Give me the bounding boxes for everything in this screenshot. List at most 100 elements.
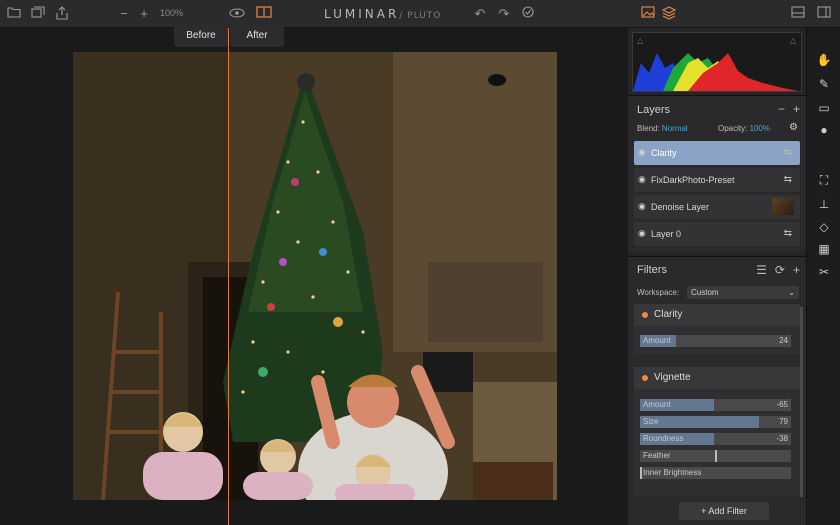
chevron-down-icon: ⌄: [788, 288, 795, 297]
noise-icon[interactable]: ▦: [816, 241, 832, 257]
add-filter-icon[interactable]: +: [793, 263, 800, 277]
photo-illustration: [73, 52, 557, 500]
after-label: After: [230, 25, 284, 47]
slider-label: Amount: [643, 336, 671, 345]
layer-row-layer0[interactable]: ◉ Layer 0 ⇆: [634, 222, 800, 246]
add-filter-button[interactable]: + Add Filter: [679, 502, 769, 520]
tool-strip: ✋ ✎ ▭ ● ⛶ ⊥ ◇ ▦ ✂: [806, 28, 840, 525]
layer-name: Layer 0: [651, 229, 682, 239]
blend-label: Blend:: [637, 124, 660, 133]
blend-value[interactable]: Normal: [662, 124, 688, 133]
filter-enabled-dot[interactable]: [642, 375, 648, 381]
slider-handle[interactable]: [640, 467, 642, 479]
zoom-level: 100%: [160, 8, 184, 18]
hand-icon[interactable]: ✋: [816, 52, 832, 68]
add-layer-icon[interactable]: +: [793, 102, 800, 116]
histogram: △ △: [632, 32, 802, 92]
layer-row-denoise[interactable]: ◉ Denoise Layer: [634, 195, 800, 219]
workspace-label: Workspace:: [637, 288, 680, 297]
slider-value: -65: [776, 400, 788, 409]
slider-value: 24: [779, 336, 788, 345]
image-icon[interactable]: [640, 6, 656, 22]
remove-layer-icon[interactable]: −: [778, 102, 785, 116]
refresh-icon[interactable]: ⟳: [775, 263, 785, 277]
adjust-icon[interactable]: ⇆: [784, 147, 792, 158]
layer-name: Clarity: [651, 148, 677, 158]
eye-icon[interactable]: ◉: [638, 174, 646, 185]
filter-title: Clarity: [654, 309, 683, 320]
stack-icon[interactable]: [30, 6, 46, 22]
before-label: Before: [174, 25, 228, 47]
eraser-icon[interactable]: ◇: [816, 219, 832, 235]
clone-stamp-icon[interactable]: ⊥: [816, 196, 832, 212]
brush-icon[interactable]: ✎: [816, 76, 832, 92]
slider-label: Size: [643, 417, 659, 426]
eye-icon[interactable]: [229, 6, 245, 22]
slider-value: 79: [779, 417, 788, 426]
slider-label: Amount: [643, 400, 671, 409]
adjust-icon[interactable]: ⇆: [784, 228, 792, 239]
slider-vignette-feather[interactable]: Feather: [640, 450, 791, 462]
transform-icon[interactable]: ✂: [816, 264, 832, 280]
adjust-icon[interactable]: ⇆: [784, 174, 792, 185]
brand-name: LUMINAR: [324, 7, 400, 21]
layer-name: FixDarkPhoto-Preset: [651, 175, 735, 185]
filters-title: Filters: [637, 264, 667, 276]
filter-title: Vignette: [654, 372, 691, 383]
crop-icon[interactable]: ⛶: [816, 172, 832, 188]
folder-icon[interactable]: [6, 6, 22, 22]
slider-label: Roundness: [643, 434, 684, 443]
opacity-label: Opacity:: [718, 124, 748, 133]
zoom-in-icon[interactable]: +: [136, 6, 152, 22]
slider-vignette-amount[interactable]: Amount -65: [640, 399, 791, 411]
blend-row: Blend: Normal: [637, 124, 688, 133]
filters-actions: ☰ ⟳ +: [748, 263, 800, 277]
compare-icon[interactable]: [816, 6, 832, 22]
layers-section: Layers − + Blend: Normal Opacity: 100% ⚙ …: [628, 95, 806, 252]
filter-clarity: Clarity Amount 24: [634, 304, 800, 354]
layer-name: Denoise Layer: [651, 202, 710, 212]
photo[interactable]: [73, 52, 557, 500]
slider-vignette-roundness[interactable]: Roundness -38: [640, 433, 791, 445]
image-canvas[interactable]: [0, 28, 628, 525]
zoom-out-icon[interactable]: −: [116, 6, 132, 22]
filter-list-icon[interactable]: ☰: [756, 263, 767, 277]
filters-scrollbar[interactable]: [800, 307, 803, 497]
filter-vignette: Vignette Amount -65 Size 79 Roundness -3…: [634, 367, 800, 495]
filter-header[interactable]: Clarity: [634, 304, 800, 326]
layers-title: Layers: [637, 104, 671, 116]
split-view-icon[interactable]: [256, 6, 272, 22]
svg-text:△: △: [790, 36, 797, 45]
top-toolbar: − + 100% LUMINAR/ PLUTO ↶ ↷: [0, 0, 840, 28]
before-after-divider[interactable]: [228, 28, 229, 525]
add-filter-label: Add Filter: [708, 506, 747, 516]
layer-settings-icon[interactable]: ⚙: [789, 122, 798, 133]
gradient-icon[interactable]: ▭: [816, 100, 832, 116]
layers-icon[interactable]: [661, 6, 677, 22]
share-icon[interactable]: [54, 6, 70, 22]
slider-label: Feather: [643, 451, 671, 460]
opacity-row: Opacity: 100%: [718, 124, 770, 133]
slider-vignette-size[interactable]: Size 79: [640, 416, 791, 428]
slider-value: -38: [776, 434, 788, 443]
slider-clarity-amount[interactable]: Amount 24: [640, 335, 791, 347]
slider-handle[interactable]: [715, 450, 717, 462]
layer-row-clarity[interactable]: ◉ Clarity ⇆: [634, 141, 800, 165]
workspace-select[interactable]: Custom ⌄: [687, 286, 799, 299]
filters-section: Filters ☰ ⟳ + Workspace: Custom ⌄ Clarity …: [628, 256, 806, 525]
slider-vignette-inner-brightness[interactable]: Inner Brightness: [640, 467, 791, 479]
filter-enabled-dot[interactable]: [642, 312, 648, 318]
eye-icon[interactable]: ◉: [638, 228, 646, 239]
eye-icon[interactable]: ◉: [638, 147, 646, 158]
history-icon[interactable]: [520, 6, 536, 22]
layer-row-fixdark[interactable]: ◉ FixDarkPhoto-Preset ⇆: [634, 168, 800, 192]
right-panel: △ △ Layers − + Blend: Normal Opacity: 100…: [628, 28, 806, 525]
filter-header[interactable]: Vignette: [634, 367, 800, 389]
undo-icon[interactable]: ↶: [472, 6, 488, 22]
redo-icon[interactable]: ↷: [496, 6, 512, 22]
opacity-value[interactable]: 100%: [750, 124, 770, 133]
eye-icon[interactable]: ◉: [638, 201, 646, 212]
panel-icon[interactable]: [790, 6, 806, 22]
radial-mask-icon[interactable]: ●: [816, 122, 832, 138]
brand-sub: / PLUTO: [399, 11, 442, 21]
